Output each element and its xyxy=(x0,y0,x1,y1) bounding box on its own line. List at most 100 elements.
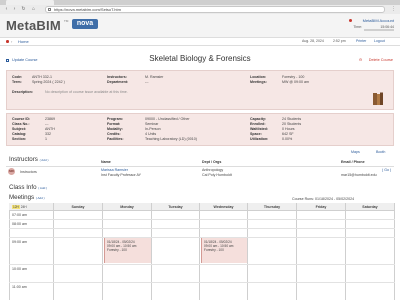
instructors-heading-text: Instructors xyxy=(9,156,38,163)
term-label: Term: xyxy=(12,80,22,84)
day-column-thursday xyxy=(248,211,297,300)
meeting-location: Forestry - 100 xyxy=(107,248,127,252)
modality-label: Modality: xyxy=(107,127,123,131)
day-header-thursday: Thursday xyxy=(248,203,297,211)
row-line xyxy=(9,219,395,220)
department-label: Department: xyxy=(107,80,129,84)
instructor-email[interactable]: mar15@humboldt.edu xyxy=(341,173,377,177)
location-label: Location: xyxy=(250,75,267,79)
course-runs: Course Runs: 01/18/2024 - 05/02/2024 xyxy=(292,197,355,201)
instructor-dept: Anthropology xyxy=(202,168,224,172)
reload-icon[interactable]: ↻ xyxy=(21,7,26,12)
meetings-heading-text: Meetings xyxy=(9,194,35,201)
time-slot: 08:00 am xyxy=(12,222,27,226)
facilities-label: Facilities: xyxy=(107,137,124,141)
session-time-label: Time: xyxy=(353,25,362,29)
day-column-sunday xyxy=(54,211,103,300)
col-header-dept: Dept / Orgs xyxy=(202,160,222,164)
browser-menu-icon[interactable]: ⋮ xyxy=(391,7,396,12)
waitlisted-label: Waitlisted: xyxy=(250,127,269,131)
lock-icon xyxy=(48,8,51,11)
space-label: Space: xyxy=(250,132,262,136)
location-value: Forestry - 100 xyxy=(282,75,305,79)
add-instructor-link[interactable]: ( Add ) xyxy=(40,158,49,162)
delete-course-link[interactable]: Delete Course xyxy=(369,58,393,62)
instructors-label: Instructors: xyxy=(107,75,127,79)
avatar: MR xyxy=(8,168,15,175)
nav-chevron-icon: › xyxy=(11,39,13,44)
add-meeting-link[interactable]: ( Add ) xyxy=(36,196,45,200)
app-logo[interactable]: MetaBIM xyxy=(6,18,61,33)
subject-value: ANTH xyxy=(45,127,55,131)
capacity-label: Capacity: xyxy=(250,117,267,121)
credits-value: 4 Units xyxy=(145,132,157,136)
waitlisted-value: 0 Hours xyxy=(282,127,295,131)
department-value: --- xyxy=(145,80,149,84)
instructor-role: Instructors xyxy=(20,170,37,174)
account-link[interactable]: MetaBIM Account xyxy=(363,18,394,23)
time-slot: 09:00 am xyxy=(12,240,27,244)
address-bar[interactable]: https://nova.metabim.com/SetsoT.htm xyxy=(45,6,385,13)
class-info-heading: Class Info ( Add ) xyxy=(9,184,47,191)
toggle-12h[interactable]: 12H xyxy=(12,205,20,209)
time-format-toggle[interactable]: 12H 24H xyxy=(12,205,27,209)
section-label: Section: xyxy=(12,137,27,141)
day-header-monday: Monday xyxy=(103,203,152,211)
enrolled-value: 20 Students xyxy=(282,122,302,126)
enrolled-label: Enrolled: xyxy=(250,122,266,126)
instructor-name-link[interactable]: Marissa Ramsier xyxy=(101,168,128,172)
nav-time: 2:52 pm xyxy=(333,39,346,43)
nav-date: Aug. 28, 2024 xyxy=(302,39,324,43)
class-no-value: --- xyxy=(45,122,49,126)
credits-label: Credits: xyxy=(107,132,121,136)
code-label: Code: xyxy=(12,75,23,79)
time-slot: 11:00 am xyxy=(12,285,27,289)
subject-label: Subject: xyxy=(12,127,27,131)
format-label: Format: xyxy=(107,122,121,126)
maps-link[interactable]: Maps xyxy=(351,150,360,154)
nav-home-link[interactable]: Home xyxy=(18,39,29,44)
time-slot: 07:00 am xyxy=(12,213,27,217)
nav-status-icon xyxy=(6,40,9,43)
day-column-tuesday xyxy=(152,211,200,300)
row-line xyxy=(9,264,395,265)
class-no-label: Class No.: xyxy=(12,122,30,126)
modality-value: In-Person xyxy=(145,127,161,131)
logout-link[interactable]: Logout xyxy=(374,39,385,43)
back-icon[interactable]: ‹ xyxy=(4,7,9,12)
day-column-saturday xyxy=(346,211,395,300)
instructors-divider xyxy=(6,166,394,167)
program-value: 09000 - Unclassified / Other xyxy=(145,117,190,121)
utilization-label: Utilization: xyxy=(250,137,269,141)
capacity-value: 24 Students xyxy=(282,117,302,121)
meetings-heading: Meetings ( Add ) xyxy=(9,194,45,201)
home-icon[interactable]: ⌂ xyxy=(31,7,36,12)
space-value: 642 SF xyxy=(282,132,294,136)
account-status-icon xyxy=(349,19,352,22)
day-header-saturday: Saturday xyxy=(346,203,395,211)
code-value: ANTH 332-1 xyxy=(32,75,52,79)
row-line xyxy=(9,282,395,283)
catalog-value: 332 xyxy=(45,132,51,136)
col-header-contact: Email / Phone xyxy=(341,160,365,164)
program-label: Program: xyxy=(107,117,123,121)
meetings-value: MW @ 09:00 am xyxy=(282,80,310,84)
meeting-block-wednesday[interactable]: 01/18/24 - 05/02/24 09:00 am - 10:50 am … xyxy=(201,238,247,263)
forward-icon[interactable]: › xyxy=(12,7,17,12)
meeting-location: Forestry - 100 xyxy=(204,248,224,252)
meeting-block-monday[interactable]: 01/18/24 - 05/02/24 09:00 am - 10:50 am … xyxy=(104,238,151,263)
printer-link[interactable]: Printer xyxy=(356,39,366,43)
utilization-value: 0.00% xyxy=(282,137,293,141)
class-info-heading-text: Class Info xyxy=(9,184,37,191)
roster-link[interactable]: Booth xyxy=(376,150,385,154)
instructor-title: Inst Faculty Professor AY xyxy=(101,173,142,177)
nova-badge: nova xyxy=(72,19,98,29)
instructor-go-link[interactable]: ( Go ) xyxy=(382,168,391,172)
book-icon xyxy=(373,92,383,105)
meetings-label: Meetings: xyxy=(250,80,267,84)
instructors-heading: Instructors ( Add ) xyxy=(9,156,48,163)
term-value: Spring 2024 ( 2242 ) xyxy=(32,80,65,84)
add-class-info-link[interactable]: ( Add ) xyxy=(38,186,47,190)
logo-trademark: TM xyxy=(64,19,69,23)
toggle-24h[interactable]: 24H xyxy=(21,205,27,209)
